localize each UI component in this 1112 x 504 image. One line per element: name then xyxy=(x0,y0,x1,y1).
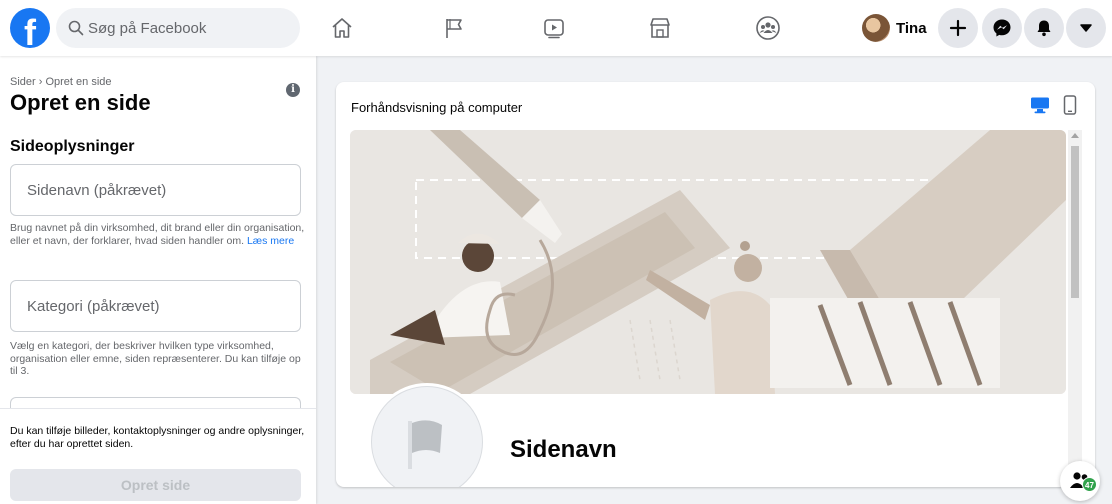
create-page-button[interactable]: Opret side xyxy=(10,469,301,501)
preview-page-name: Sidenavn xyxy=(510,436,617,463)
scroll-thumb[interactable] xyxy=(1071,146,1079,298)
flag-placeholder-icon xyxy=(408,420,442,469)
page-name-field[interactable] xyxy=(10,164,301,216)
preview-title: Forhåndsvisning på computer xyxy=(351,100,523,115)
panel-footer: Du kan tilføje billeder, kontaktoplysnin… xyxy=(0,408,316,504)
messenger-button[interactable] xyxy=(982,8,1022,48)
user-name: Tina xyxy=(896,19,927,37)
create-button[interactable] xyxy=(938,8,978,48)
logo-letter: f xyxy=(24,12,36,53)
nav-home[interactable] xyxy=(286,8,398,48)
footer-note: Du kan tilføje billeder, kontaktoplysnin… xyxy=(10,425,305,450)
category-input[interactable] xyxy=(11,281,300,331)
home-icon xyxy=(332,18,352,38)
watch-icon xyxy=(544,19,564,39)
notifications-button[interactable] xyxy=(1024,8,1064,48)
nav-watch[interactable] xyxy=(498,8,610,48)
plus-icon xyxy=(949,19,967,37)
contacts-button[interactable]: 47 xyxy=(1060,461,1100,501)
bell-icon xyxy=(1037,20,1051,37)
search-icon xyxy=(68,20,84,36)
top-navigation-bar: f Tina xyxy=(0,0,1112,56)
section-title: Sideoplysninger xyxy=(10,138,135,155)
avatar xyxy=(862,14,890,42)
nav-pages[interactable] xyxy=(398,8,510,48)
search-input[interactable] xyxy=(88,8,288,48)
page-name-help: Brug navnet på din virksomhed, dit brand… xyxy=(10,222,306,247)
scroll-up-arrow[interactable] xyxy=(1071,133,1079,138)
flag-icon xyxy=(446,19,462,38)
profile-shortcut[interactable]: Tina xyxy=(862,8,927,48)
profile-picture-placeholder xyxy=(368,383,486,487)
messenger-icon xyxy=(993,19,1011,37)
caret-down-icon xyxy=(1080,24,1092,32)
page-title: Opret en side xyxy=(10,90,151,115)
page-preview: Sidenavn xyxy=(350,130,1066,487)
marketplace-icon xyxy=(650,18,670,38)
preview-card: Forhåndsvisning på computer Sidenavn xyxy=(336,82,1095,487)
contacts-count-badge: 47 xyxy=(1082,477,1097,492)
breadcrumb: Sider › Opret en side xyxy=(10,76,112,88)
category-field[interactable] xyxy=(10,280,301,332)
category-help: Vælg en kategori, der beskriver hvilken … xyxy=(10,340,301,377)
info-icon[interactable]: i xyxy=(286,83,300,97)
account-menu-button[interactable] xyxy=(1066,8,1106,48)
learn-more-link[interactable]: Læs mere xyxy=(247,235,294,247)
preview-scrollbar[interactable] xyxy=(1068,130,1082,487)
create-page-panel: Sider › Opret en side Opret en side i Si… xyxy=(0,56,316,504)
page-name-input[interactable] xyxy=(11,165,300,215)
nav-groups[interactable] xyxy=(712,8,824,48)
groups-icon xyxy=(756,16,780,40)
mobile-icon[interactable] xyxy=(1063,95,1077,115)
facebook-logo[interactable]: f xyxy=(10,8,50,53)
desktop-icon[interactable] xyxy=(1030,96,1050,114)
cover-illustration xyxy=(350,130,1066,394)
nav-marketplace[interactable] xyxy=(604,8,716,48)
search-box[interactable] xyxy=(56,8,300,48)
